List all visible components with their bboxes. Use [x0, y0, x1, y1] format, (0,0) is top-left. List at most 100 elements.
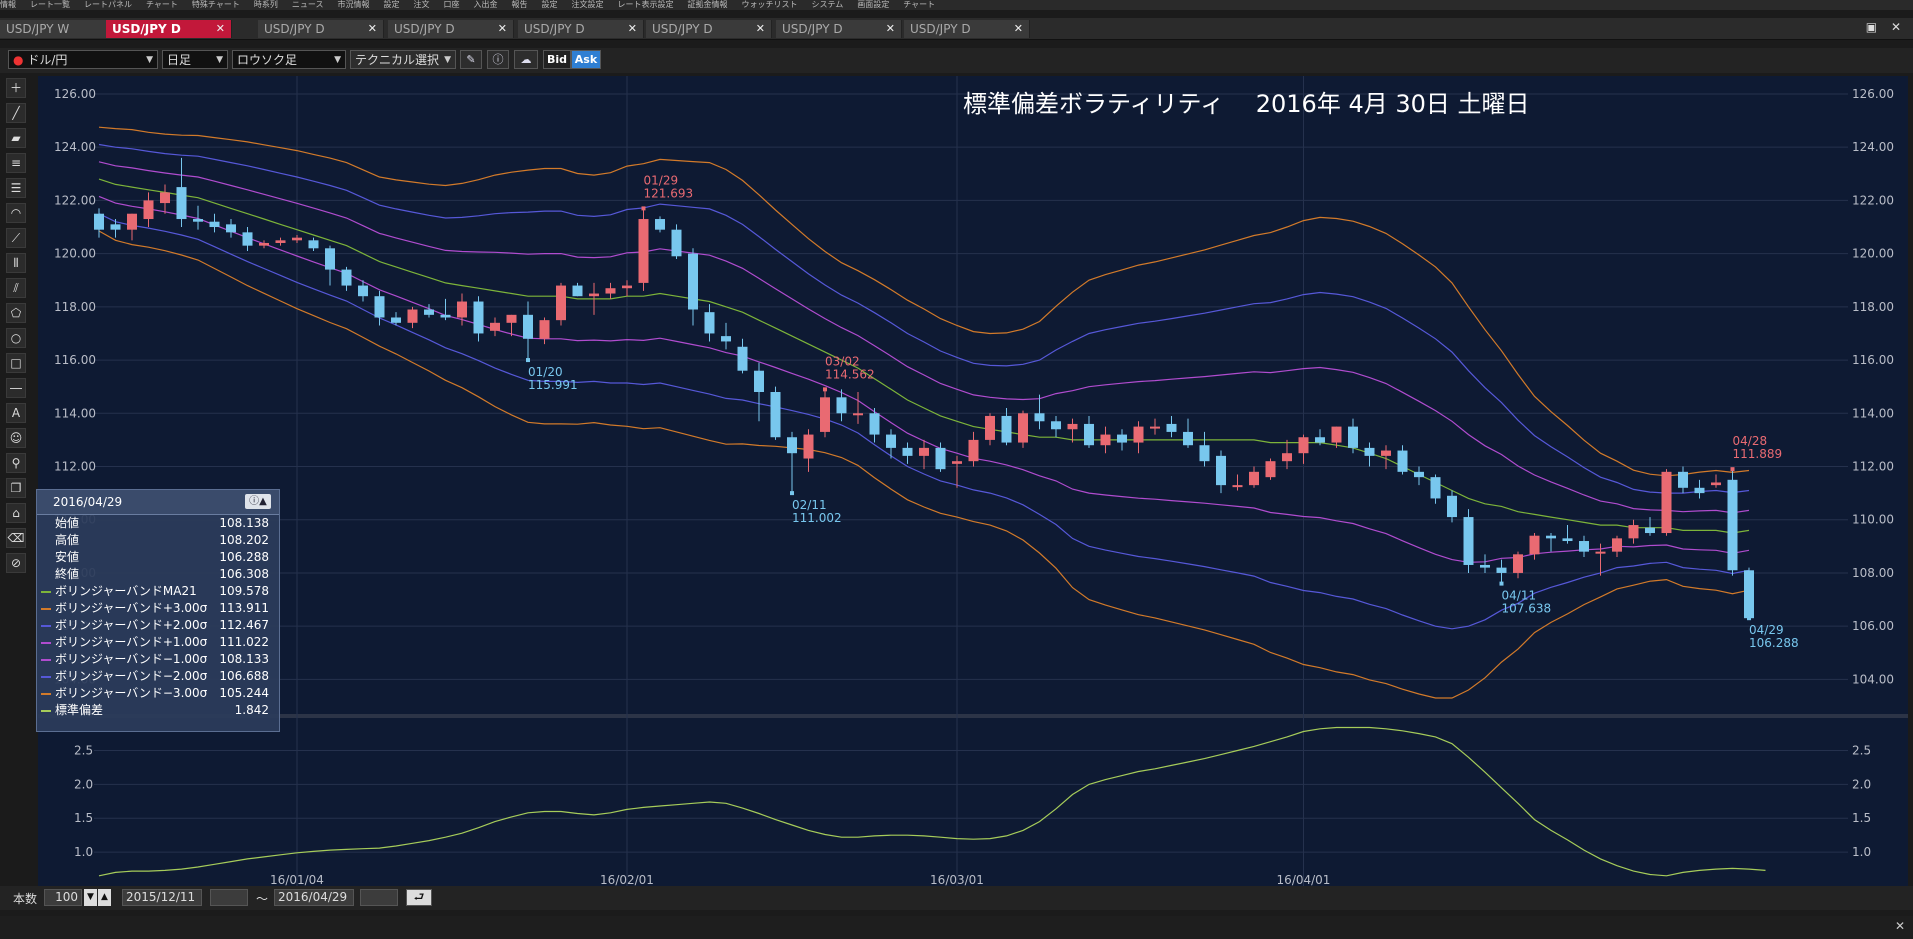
close-icon[interactable]: ✕	[756, 20, 765, 38]
menu-item[interactable]: チャート	[146, 0, 178, 9]
menu-item[interactable]: 口座	[443, 0, 459, 9]
menu-item[interactable]: 時系列	[254, 0, 278, 9]
eraser-icon[interactable]: ⌫	[6, 528, 26, 548]
magnet-icon[interactable]: ⚲	[6, 453, 26, 473]
price-tick-label: 124.00	[1852, 140, 1894, 154]
end-date-input[interactable]: 2016/04/29	[274, 889, 354, 906]
candle-body	[143, 200, 154, 220]
menu-item[interactable]: ウォッチリスト	[741, 0, 797, 9]
menu-item[interactable]: レート表示設定	[617, 0, 673, 9]
copy-icon[interactable]: ❐	[6, 478, 26, 498]
annotation-date: 02/11	[792, 498, 827, 512]
menu-item[interactable]: 注文設定	[571, 0, 603, 9]
annotation-date: 01/29	[644, 173, 679, 187]
start-time-input[interactable]	[210, 889, 248, 906]
tab-chart-8[interactable]: USD/JPY D ✕	[904, 20, 1030, 38]
close-icon[interactable]: ✕	[1895, 919, 1905, 933]
candle-body	[1645, 527, 1655, 534]
date-tick-label: 16/04/01	[1277, 873, 1331, 886]
menu-item[interactable]: 注文	[413, 0, 429, 9]
candle-body	[176, 187, 187, 220]
info-label: 始値	[55, 516, 80, 530]
menu-item[interactable]: チャート	[903, 0, 935, 9]
close-icon[interactable]: ✕	[498, 20, 507, 38]
text-icon[interactable]: A	[6, 403, 26, 423]
menu-item[interactable]: 報告	[511, 0, 527, 9]
menu-item[interactable]: 市況情報	[337, 0, 369, 9]
start-date-input[interactable]: 2015/12/11	[122, 889, 202, 906]
tab-chart-2[interactable]: USD/JPY D ✕	[106, 20, 232, 38]
close-window-icon[interactable]: ✕	[1891, 20, 1901, 34]
crosshair-icon[interactable]: ＋	[6, 78, 26, 98]
count-down-icon[interactable]: ▼	[84, 889, 97, 906]
circle-icon[interactable]: ○	[6, 328, 26, 348]
currency-pair-select[interactable]: ● ドル/円 ▼	[8, 50, 158, 69]
menu-item[interactable]: レート一覧	[30, 0, 70, 9]
info-icon[interactable]: ⓘ	[487, 50, 509, 69]
close-icon[interactable]: ✕	[628, 20, 637, 38]
candle-body	[754, 370, 764, 392]
close-icon[interactable]: ✕	[368, 20, 377, 38]
maximize-icon[interactable]: ▣	[1866, 20, 1877, 34]
end-time-input[interactable]	[360, 889, 398, 906]
cloud-icon[interactable]: ☁	[514, 50, 538, 69]
candle-body	[704, 312, 715, 334]
candle-body	[1067, 423, 1078, 430]
period-select[interactable]: 日足 ▼	[162, 50, 228, 69]
info-label: ボリンジャーバンド−1.00σ	[55, 652, 208, 666]
menu-item[interactable]: システム	[811, 0, 843, 9]
tab-chart-5[interactable]: USD/JPY D ✕	[518, 20, 644, 38]
menu-item[interactable]: レートパネル	[84, 0, 132, 9]
menu-item[interactable]: 入出金	[473, 0, 497, 9]
technical-select[interactable]: テクニカル選択 ▼	[350, 50, 456, 69]
menu-item[interactable]: 画面設定	[857, 0, 889, 9]
pentagon-icon[interactable]: ⬠	[6, 303, 26, 323]
candle-body	[836, 397, 847, 414]
tab-chart-3[interactable]: USD/JPY D ✕	[258, 20, 384, 38]
fan-icon[interactable]: ⟋	[6, 228, 26, 248]
count-input[interactable]: 100	[44, 889, 82, 906]
info-value: 106.688	[219, 669, 269, 683]
hline-icon[interactable]: ―	[6, 378, 26, 398]
info-row: ボリンジャーバンド−3.00σ 105.244	[37, 685, 279, 702]
sd-tick-label: 1.5	[74, 811, 93, 825]
info-toggle-icon[interactable]: ⓘ▲	[245, 494, 271, 509]
channel-icon[interactable]: ⫽	[6, 278, 26, 298]
candle-body	[226, 224, 236, 233]
close-icon[interactable]: ✕	[886, 20, 895, 38]
menu-item[interactable]: 情報	[0, 0, 16, 9]
emoji-icon[interactable]: ☺	[6, 428, 26, 448]
vertical-lines-icon[interactable]: ⦀	[6, 253, 26, 273]
lock-icon[interactable]: ⌂	[6, 503, 26, 523]
menu-item[interactable]: 設定	[541, 0, 557, 9]
candle-body	[275, 240, 286, 243]
close-icon[interactable]: ✕	[1014, 20, 1023, 38]
horizontal-lines-icon[interactable]: ≡	[6, 153, 26, 173]
count-up-icon[interactable]: ▲	[98, 889, 111, 906]
rectangle-icon[interactable]: □	[6, 353, 26, 373]
tab-chart-7[interactable]: USD/JPY D ✕	[776, 20, 902, 38]
tab-chart-4[interactable]: USD/JPY D ✕	[388, 20, 514, 38]
fib-arc-icon[interactable]: ◠	[6, 203, 26, 223]
ruler-icon[interactable]: ▰	[6, 128, 26, 148]
menu-item[interactable]: 設定	[383, 0, 399, 9]
menu-item[interactable]: ニュース	[292, 0, 324, 9]
price-tick-label: 122.00	[1852, 193, 1894, 207]
erase-all-icon[interactable]: ⊘	[6, 553, 26, 573]
chart-type-select[interactable]: ロウソク足 ▼	[232, 50, 346, 69]
menu-item[interactable]: 特殊チャート	[192, 0, 240, 9]
return-icon[interactable]: ⮐	[406, 889, 432, 906]
pencil-icon[interactable]: ✎	[460, 50, 482, 69]
bid-button[interactable]: Bid	[543, 50, 571, 69]
candle-body	[820, 397, 830, 432]
close-icon[interactable]: ✕	[216, 20, 225, 38]
price-chart[interactable]: 126.00 126.00 124.00 124.00 122.00 122.00 120.…	[38, 76, 1908, 886]
ask-button[interactable]: Ask	[571, 50, 601, 69]
menu-item[interactable]: 証拠金情報	[687, 0, 727, 9]
tab-chart-6[interactable]: USD/JPY D ✕	[646, 20, 772, 38]
candle-body	[1001, 415, 1012, 443]
annotation-price: 111.889	[1733, 447, 1783, 461]
trendline-icon[interactable]: ╱	[6, 103, 26, 123]
fibonacci-icon[interactable]: ☰	[6, 178, 26, 198]
status-bar: 本数 100 ▼ ▲ 2015/12/11 〜 2016/04/29 ⮐	[0, 886, 1913, 910]
